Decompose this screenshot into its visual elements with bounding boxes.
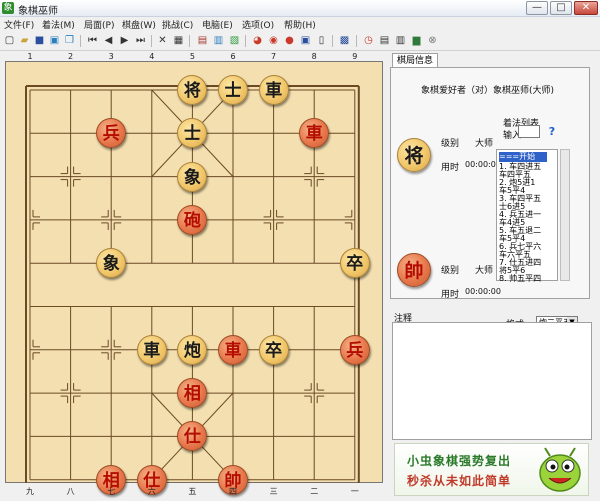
settings-icon[interactable]: ▥ (394, 34, 407, 47)
analyze-icon[interactable]: ● (283, 34, 296, 47)
delete-icon[interactable]: ✕ (156, 34, 169, 47)
prev-move-icon[interactable]: ◀ (102, 34, 115, 47)
top-coordinate-label: 5 (189, 52, 195, 61)
save-icon[interactable]: ■ (33, 34, 46, 47)
black-piece[interactable]: 車 (136, 334, 167, 365)
tab-game-info[interactable]: 棋局信息 (392, 53, 438, 68)
bottom-coordinate-label: 八 (66, 487, 75, 496)
move-list[interactable]: ===开始=== 1. 车四进五 车四平五 2. 炮5进1 车5平4 3. 车四… (496, 149, 558, 282)
bottom-coordinate-label: 七 (107, 487, 116, 496)
toolbar-separator (356, 35, 357, 47)
black-level-label: 级别 (441, 139, 460, 149)
first-move-icon[interactable]: ⏮ (86, 34, 99, 47)
restore-button[interactable]: □ (550, 1, 572, 15)
matchup-text: 象棋爱好者（对）象棋巫师(大师) (421, 86, 555, 96)
bottom-coordinate-label: 六 (147, 487, 156, 496)
ad-line-2: 秒杀从未如此简单 (407, 474, 512, 488)
new-file-icon[interactable]: ▢ (3, 34, 16, 47)
window-title: 象棋巫师 (18, 6, 58, 17)
top-coordinate-label: 3 (108, 52, 114, 61)
help-icon[interactable]: ? (546, 125, 558, 138)
black-piece[interactable]: 卒 (339, 248, 370, 279)
close-button[interactable]: ✕ (574, 1, 598, 15)
top-coordinate-label: 4 (149, 52, 155, 61)
black-piece[interactable]: 炮 (177, 334, 208, 365)
bottom-coordinate-label: 九 (26, 487, 34, 496)
move-list-scrollbar[interactable] (560, 149, 570, 281)
bug-mascot-icon (539, 447, 581, 492)
notes-textarea[interactable] (392, 322, 592, 440)
toolbar-separator (80, 35, 81, 47)
top-coordinate-label: 8 (311, 52, 317, 61)
stop-icon[interactable]: ⊗ (426, 34, 439, 47)
list-item[interactable]: 8. 帅五平四 (499, 274, 547, 282)
top-coordinate-label: 2 (68, 52, 74, 61)
minimize-button[interactable]: — (526, 1, 548, 15)
open-file-icon[interactable]: ▰ (18, 34, 31, 47)
menu-options[interactable]: 选项(O) (242, 18, 274, 31)
red-piece[interactable]: 車 (218, 334, 248, 365)
red-piece[interactable]: 兵 (339, 334, 370, 365)
menu-bar: 文件(F) 着法(M) 局面(P) 棋盘(W) 挑战(C) 电脑(E) 选项(O… (0, 17, 600, 31)
menu-challenge[interactable]: 挑战(C) (162, 18, 193, 31)
title-bar: 象 象棋巫师 — □ ✕ (0, 0, 600, 17)
bottom-coordinate-label: 五 (188, 487, 197, 496)
library-icon[interactable]: ▩ (338, 34, 351, 47)
color-icon[interactable]: ▧ (228, 34, 241, 47)
red-time-label: 用时 (441, 290, 460, 300)
hint-icon[interactable]: ▣ (299, 34, 312, 47)
pause-icon[interactable]: ▯ (315, 34, 328, 47)
report-icon[interactable]: ▤ (378, 34, 391, 47)
black-piece[interactable]: 士 (218, 75, 248, 105)
bottom-coordinate-label: 四 (229, 487, 237, 496)
eye-icon[interactable]: ◉ (267, 34, 280, 47)
list-item[interactable]: ===开始=== (499, 152, 547, 171)
top-coordinate-label: 1 (27, 52, 33, 61)
black-piece[interactable]: 象 (177, 161, 208, 192)
top-coordinate-label: 9 (352, 52, 358, 61)
edit-board-icon[interactable]: ▦ (172, 34, 185, 47)
bottom-coordinate-label: 二 (310, 487, 319, 496)
black-level-value: 大师 (475, 139, 494, 149)
copy-icon[interactable]: ❐ (63, 34, 76, 47)
toolbar: ▢ ▰ ■ ▣ ❐ ⏮ ◀ ▶ ⏭ ✕ ▦ ▤ ▥ ▧ ◕ ◉ ● ▣ ▯ ▩ … (0, 31, 600, 51)
black-player-avatar: 将 (397, 138, 431, 172)
last-move-icon[interactable]: ⏭ (134, 34, 147, 47)
toolbar-separator (189, 35, 190, 47)
move-input-field[interactable] (518, 125, 540, 138)
black-time-label: 用时 (441, 163, 460, 173)
red-level-label: 级别 (441, 266, 460, 276)
monitor-icon[interactable]: ▆ (410, 34, 423, 47)
think-icon[interactable]: ◕ (251, 34, 264, 47)
menu-computer[interactable]: 电脑(E) (202, 18, 233, 31)
menu-help[interactable]: 帮助(H) (284, 18, 316, 31)
toolbar-separator (245, 35, 246, 47)
black-piece[interactable]: 車 (258, 75, 289, 105)
red-player-avatar: 帥 (397, 253, 431, 287)
stats-icon[interactable]: ▥ (212, 34, 225, 47)
red-level-value: 大师 (475, 266, 494, 276)
top-coordinate-label: 6 (230, 52, 236, 61)
menu-file[interactable]: 文件(F) (4, 18, 34, 31)
print-icon[interactable]: ▣ (48, 34, 61, 47)
toolbar-separator (151, 35, 152, 47)
next-move-icon[interactable]: ▶ (118, 34, 131, 47)
black-piece[interactable]: 卒 (258, 334, 289, 365)
book-icon[interactable]: ▤ (196, 34, 209, 47)
menu-board[interactable]: 棋盘(W) (122, 18, 156, 31)
bottom-coordinate-label: 一 (350, 487, 359, 496)
toolbar-separator (332, 35, 333, 47)
bottom-coordinate-label: 三 (269, 487, 278, 496)
ad-banner[interactable]: 小虫象棋强势复出 秒杀从未如此简单 (394, 443, 589, 496)
app-logo-icon: 象 (2, 2, 14, 14)
ad-line-1: 小虫象棋强势复出 (407, 454, 512, 468)
clock-icon[interactable]: ◷ (362, 34, 375, 47)
menu-position[interactable]: 局面(P) (84, 18, 114, 31)
menu-moves[interactable]: 着法(M) (42, 18, 75, 31)
top-coordinate-label: 7 (271, 52, 277, 61)
red-time-value: 00:00:00 (465, 287, 501, 296)
